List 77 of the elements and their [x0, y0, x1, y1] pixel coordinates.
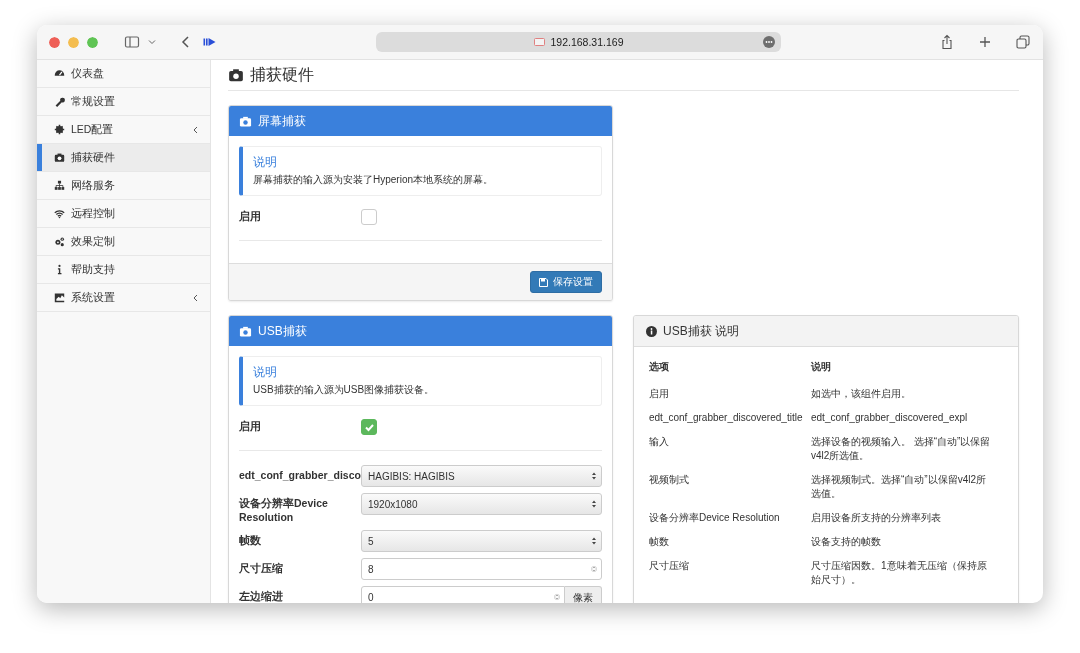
zoom-window-icon[interactable] — [87, 36, 98, 48]
table-cell-text: 设备支持的帧数 — [811, 535, 882, 549]
table-cell: 尺寸压缩 — [649, 554, 811, 592]
field-label: 帧数 — [239, 533, 262, 547]
field-label: 左边缩进 — [239, 589, 284, 603]
camera-icon — [228, 67, 244, 83]
menu-icon — [54, 124, 65, 135]
sidebar-item[interactable]: 捕获硬件 — [37, 144, 210, 172]
sidebar-item[interactable]: 系统设置 — [37, 284, 210, 312]
field-label: 启用 — [239, 420, 262, 434]
unit-addon: 像素 — [565, 586, 602, 603]
dropdown-arrows-icon — [591, 499, 597, 509]
table-cell: 帧数 — [649, 530, 811, 554]
address-bar[interactable]: 192.168.31.169 — [376, 32, 781, 52]
menu-icon — [54, 292, 65, 303]
menu-icon — [54, 152, 65, 163]
panel-title: 屏幕捕获 — [258, 112, 306, 130]
address-text: 192.168.31.169 — [550, 36, 624, 48]
menu-icon — [54, 68, 65, 79]
dropdown-arrows-icon — [591, 536, 597, 546]
sidebar-item[interactable]: 仪表盘 — [37, 60, 210, 88]
note-text: 屏幕捕获的输入源为安装了Hyperion本地系统的屏幕。 — [253, 173, 495, 187]
close-window-icon[interactable] — [49, 36, 60, 48]
checkbox[interactable] — [361, 419, 377, 435]
sidebar-item[interactable]: 远程控制 — [37, 200, 210, 228]
menu-icon — [54, 208, 65, 219]
table-cell-text: 尺寸压缩因数。1意味着无压缩（保持原始尺寸）。 — [811, 559, 988, 587]
minimize-window-icon[interactable] — [68, 36, 79, 48]
menu-icon — [54, 96, 65, 107]
checkbox[interactable] — [361, 209, 377, 225]
number-field[interactable]: 0 — [361, 586, 565, 603]
column-header: 选项 — [649, 355, 811, 382]
sidebar-item[interactable]: 网络服务 — [37, 172, 210, 200]
table-cell-text: 启用设备所支持的分辨率列表 — [811, 511, 942, 525]
spinner-icon[interactable] — [554, 592, 560, 602]
table-cell-text: 选择设备的视频输入。 选择“自动”以保留v4l2所选值。 — [811, 435, 992, 463]
sidebar-item[interactable]: 效果定制 — [37, 228, 210, 256]
site-icon — [533, 38, 545, 46]
select-field[interactable]: 1920x1080 — [361, 493, 602, 515]
field-label: 启用 — [239, 210, 262, 224]
sidebar-toggle-icon[interactable] — [124, 34, 140, 50]
note-title: 说明 — [253, 154, 278, 171]
note-text: USB捕获的输入源为USB图像捕获设备。 — [253, 383, 436, 397]
menu-icon — [54, 180, 65, 191]
sidebar-item[interactable]: 帮助支持 — [37, 256, 210, 284]
camera-icon — [239, 114, 252, 128]
table-cell-text: 选择视频制式。选择“自动”以保留v4l2所选值。 — [811, 473, 987, 501]
note-title: 说明 — [253, 364, 278, 381]
field-label: edt_conf_grabber_disco — [239, 468, 361, 482]
menu-icon — [54, 236, 65, 247]
select-field[interactable]: 5 — [361, 530, 602, 552]
dropdown-arrows-icon — [591, 471, 597, 481]
table-cell: 设备分辨率Device Resolution — [649, 506, 811, 530]
field-label: 设备分辨率Device Resolution — [239, 496, 329, 524]
panel-title: USB捕获 说明 — [663, 322, 739, 340]
sidebar-item[interactable]: 常规设置 — [37, 88, 210, 116]
table-cell: edt_conf_grabber_discovered_title — [649, 406, 811, 430]
page-title: 捕获硬件 — [250, 64, 314, 85]
chevron-down-icon[interactable] — [148, 38, 156, 46]
table-cell: 输入 — [649, 430, 811, 468]
save-button[interactable]: 保存设置 — [530, 271, 602, 293]
table-cell-text: 如选中，该组件启用。 — [811, 387, 912, 401]
column-header: 说明 — [811, 360, 832, 374]
share-icon[interactable] — [939, 34, 955, 50]
tabs-overview-icon[interactable] — [1015, 34, 1031, 50]
select-field[interactable]: HAGIBIS: HAGIBIS — [361, 465, 602, 487]
new-tab-icon[interactable] — [977, 34, 993, 50]
more-icon[interactable] — [763, 36, 775, 48]
table-cell: 视频制式 — [649, 468, 811, 506]
camera-icon — [239, 324, 252, 338]
spinner-icon[interactable] — [591, 564, 597, 574]
table-cell-text: edt_conf_grabber_discovered_expl — [811, 411, 969, 425]
info-icon — [646, 325, 657, 337]
panel-title: USB捕获 — [258, 322, 307, 340]
field-label: 尺寸压缩 — [239, 561, 284, 575]
table-cell: 启用 — [649, 382, 811, 406]
number-field[interactable]: 8 — [361, 558, 602, 580]
